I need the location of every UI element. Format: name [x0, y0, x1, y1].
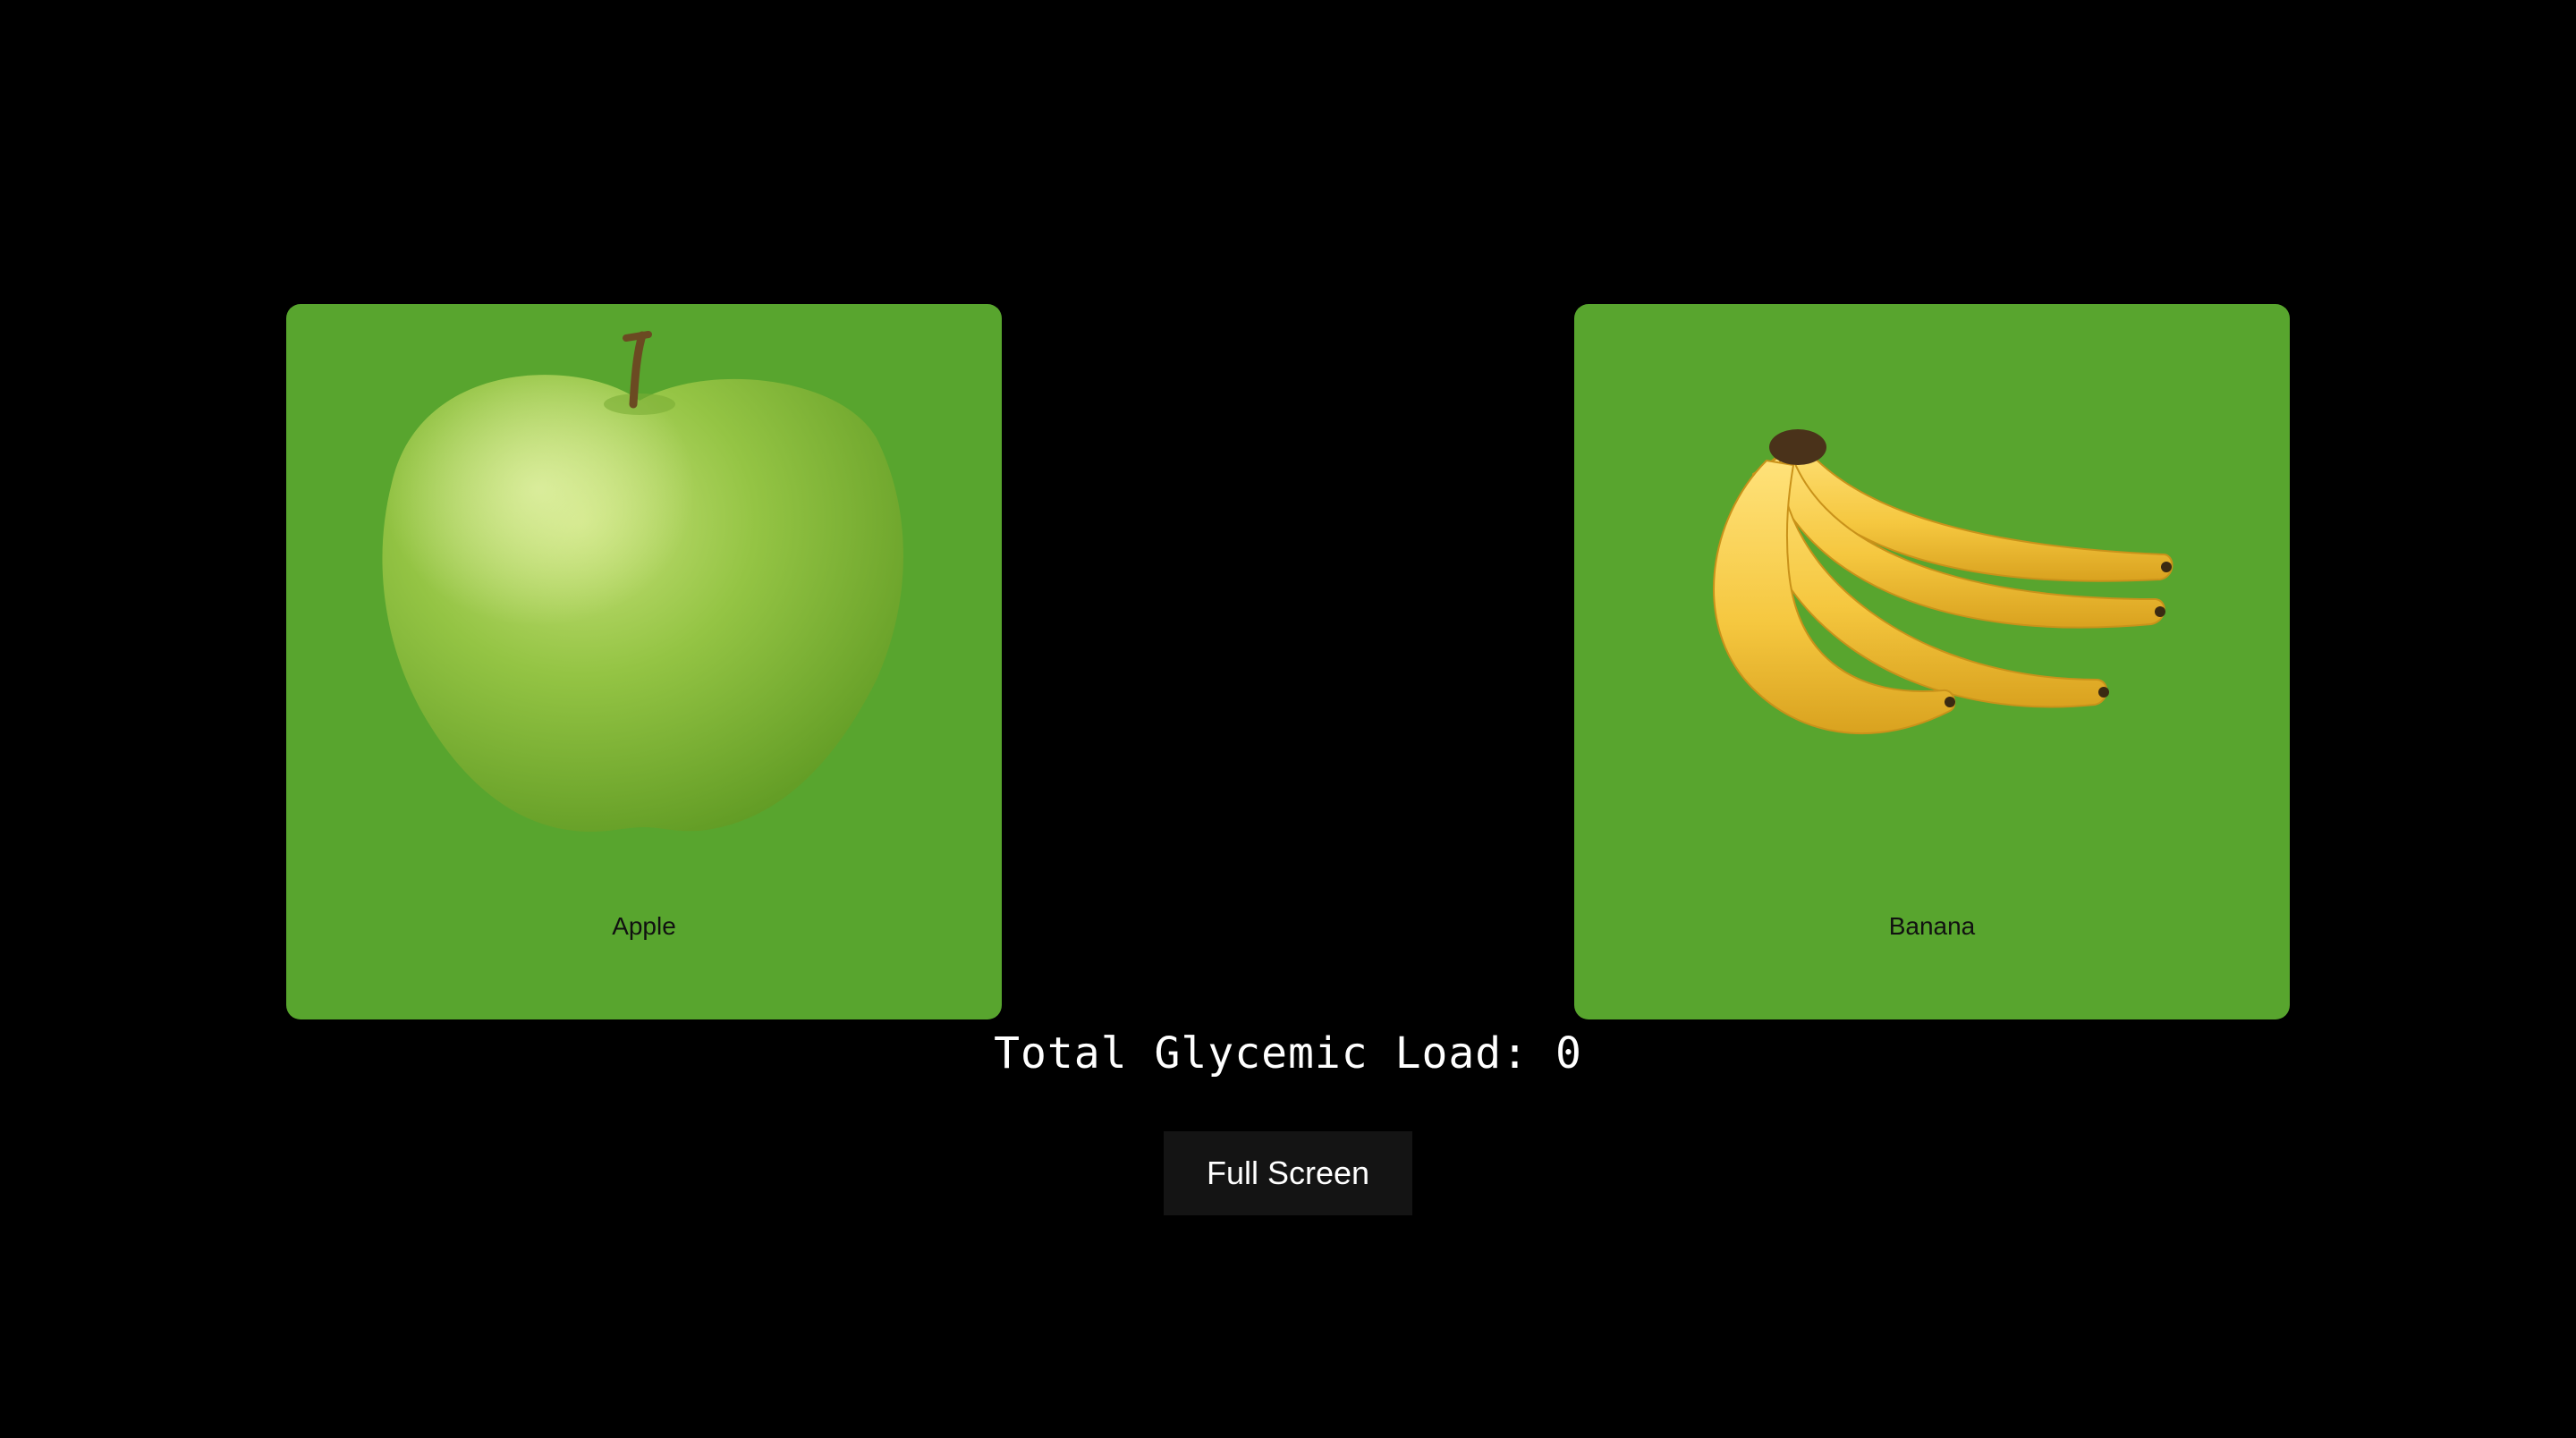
full-screen-button[interactable]: Full Screen — [1164, 1131, 1412, 1215]
fruit-label-apple: Apple — [612, 912, 676, 940]
fruit-card-apple[interactable]: Apple — [286, 304, 1002, 1019]
fruit-card-banana[interactable]: Banana — [1574, 304, 2290, 1019]
total-glycemic-load: Total Glycemic Load: 0 — [994, 1028, 1582, 1078]
fruit-label-banana: Banana — [1888, 912, 1976, 940]
